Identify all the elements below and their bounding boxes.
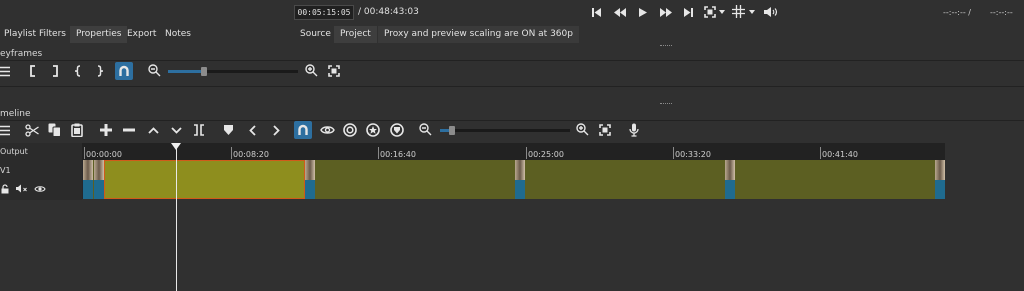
trim-out-icon[interactable] bbox=[50, 64, 60, 78]
tab-notes[interactable]: Notes bbox=[159, 26, 197, 43]
clip-thumbnail bbox=[935, 160, 945, 199]
paste-icon[interactable] bbox=[69, 122, 85, 138]
split-icon[interactable] bbox=[191, 122, 207, 138]
grid-icon[interactable] bbox=[731, 4, 746, 19]
marker-icon[interactable] bbox=[220, 122, 236, 138]
cut-icon[interactable] bbox=[24, 122, 40, 138]
append-icon[interactable] bbox=[98, 122, 114, 138]
brace-open-icon[interactable] bbox=[72, 64, 82, 78]
snap-magnet-icon[interactable] bbox=[294, 121, 312, 139]
clip-thumbnail bbox=[305, 160, 315, 199]
fast-forward-icon[interactable] bbox=[657, 5, 673, 19]
duration-label: / 00:48:43:03 bbox=[358, 7, 419, 17]
visibility-eye-icon[interactable] bbox=[33, 183, 47, 194]
remove-icon[interactable] bbox=[121, 122, 137, 138]
zoom-fit-icon[interactable] bbox=[598, 123, 612, 137]
zoom-in-icon[interactable] bbox=[304, 63, 319, 78]
snap-magnet-icon[interactable] bbox=[115, 62, 133, 80]
fullscreen-icon[interactable] bbox=[703, 5, 717, 19]
zoom-in-icon[interactable] bbox=[575, 122, 590, 137]
zoom-slider-handle[interactable] bbox=[201, 67, 207, 76]
proxy-notice: Proxy and preview scaling are ON at 360p bbox=[378, 26, 579, 43]
timeline-ruler[interactable] bbox=[82, 143, 945, 160]
brace-close-icon[interactable] bbox=[95, 64, 105, 78]
trim-in-icon[interactable] bbox=[28, 64, 38, 78]
ruler-tick bbox=[526, 147, 527, 159]
previous-marker-icon[interactable] bbox=[244, 122, 260, 138]
skip-to-end-icon[interactable] bbox=[681, 5, 695, 19]
timecode-field[interactable]: 00:05:15:05 bbox=[294, 5, 354, 20]
ruler-tick bbox=[820, 147, 821, 159]
dropdown-arrow-icon[interactable] bbox=[748, 8, 756, 16]
dock-grip[interactable] bbox=[660, 103, 672, 105]
clip[interactable] bbox=[519, 160, 725, 199]
ruler-tick bbox=[231, 147, 232, 159]
zoom-slider-fill bbox=[168, 70, 204, 73]
copy-icon[interactable] bbox=[46, 122, 62, 138]
lift-icon[interactable] bbox=[145, 122, 161, 138]
ripple-icon[interactable] bbox=[341, 121, 359, 139]
ruler-tick bbox=[378, 147, 379, 159]
ruler-label: 00:41:40 bbox=[822, 150, 858, 159]
rewind-icon[interactable] bbox=[612, 5, 628, 19]
timeline-zoom-slider[interactable] bbox=[440, 126, 570, 135]
playhead-line bbox=[176, 148, 177, 291]
clip[interactable] bbox=[305, 160, 519, 199]
clip[interactable] bbox=[725, 160, 945, 199]
zoom-fit-icon[interactable] bbox=[327, 64, 341, 78]
playhead-handle[interactable] bbox=[171, 143, 181, 150]
timeline-title: meline bbox=[0, 109, 31, 119]
output-track-label: Output bbox=[0, 147, 28, 156]
ruler-label: 00:33:20 bbox=[675, 150, 711, 159]
ruler-label: 00:16:40 bbox=[380, 150, 416, 159]
divider bbox=[0, 120, 1024, 121]
dock-grip[interactable] bbox=[660, 45, 672, 47]
ripple-all-tracks-icon[interactable] bbox=[364, 121, 382, 139]
record-audio-icon[interactable] bbox=[627, 122, 641, 138]
clip-thumbnail bbox=[515, 160, 525, 199]
zoom-out-icon[interactable] bbox=[147, 63, 162, 78]
divider bbox=[0, 86, 1024, 87]
ripple-markers-icon[interactable] bbox=[388, 121, 406, 139]
ruler-label: 00:00:00 bbox=[86, 150, 122, 159]
tab-filters[interactable]: Filters bbox=[33, 26, 72, 43]
volume-icon[interactable] bbox=[762, 5, 778, 19]
ruler-label: 00:25:00 bbox=[528, 150, 564, 159]
scrub-drag-icon[interactable] bbox=[318, 122, 336, 138]
tab-export[interactable]: Export bbox=[121, 26, 162, 43]
clip-thumbnail bbox=[725, 160, 735, 199]
zoom-slider-handle[interactable] bbox=[449, 126, 455, 135]
zoom-slider[interactable] bbox=[168, 67, 298, 76]
ruler-tick bbox=[673, 147, 674, 159]
menu-icon[interactable] bbox=[0, 64, 11, 78]
divider bbox=[0, 60, 1024, 61]
zoom-out-icon[interactable] bbox=[418, 122, 433, 137]
tab-properties[interactable]: Properties bbox=[70, 26, 128, 43]
next-marker-icon[interactable] bbox=[268, 122, 284, 138]
clip-thumbnail bbox=[94, 160, 104, 199]
in-out-readout: --:--:-- / bbox=[943, 8, 971, 17]
lock-icon[interactable] bbox=[0, 183, 10, 194]
overwrite-icon[interactable] bbox=[168, 122, 184, 138]
selection-readout: --:--:-- bbox=[990, 8, 1013, 17]
ruler-tick bbox=[84, 147, 85, 159]
keyframes-title: eyframes bbox=[0, 49, 43, 59]
mute-icon[interactable] bbox=[15, 183, 28, 194]
menu-icon[interactable] bbox=[0, 123, 11, 137]
dropdown-arrow-icon[interactable] bbox=[718, 8, 726, 16]
clip-selected[interactable] bbox=[104, 160, 305, 199]
tab-source[interactable]: Source bbox=[294, 26, 337, 43]
ruler-label: 00:08:20 bbox=[233, 150, 269, 159]
play-icon[interactable] bbox=[636, 5, 650, 19]
clip-thumbnail bbox=[83, 160, 93, 199]
skip-to-start-icon[interactable] bbox=[589, 5, 603, 19]
track-name: V1 bbox=[0, 166, 11, 175]
tab-project[interactable]: Project bbox=[334, 26, 377, 43]
